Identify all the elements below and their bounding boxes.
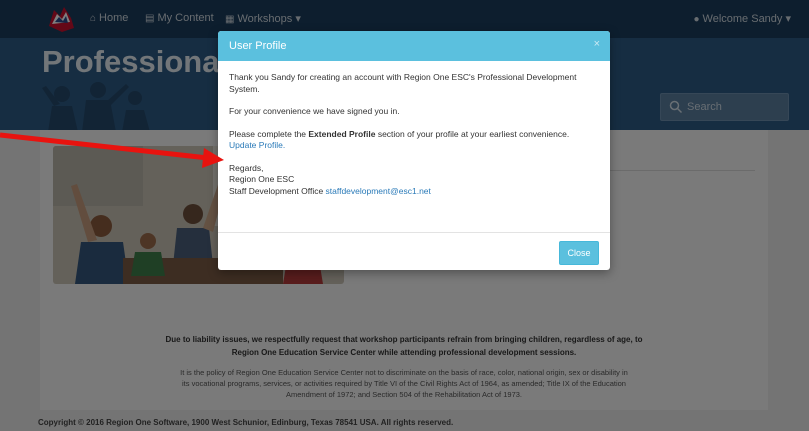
complete-profile-text-end: section of your profile at your earliest…	[375, 128, 570, 139]
user-profile-modal: User Profile × Thank you Sandy for creat…	[218, 31, 610, 270]
modal-title: User Profile	[229, 40, 287, 52]
update-profile-link[interactable]: Update Profile.	[229, 140, 285, 150]
complete-profile-text: Please complete the	[229, 128, 309, 139]
extended-profile-label: Extended Profile	[308, 128, 376, 139]
complete-profile-message: Please complete the Extended Profile sec…	[229, 129, 601, 152]
staff-email-link[interactable]: staffdevelopment@esc1.net	[326, 186, 431, 196]
modal-header: User Profile ×	[218, 31, 610, 61]
office-label: Staff Development Office	[229, 185, 326, 196]
modal-body: Thank you Sandy for creating an account …	[229, 72, 601, 197]
modal-footer-divider	[218, 232, 610, 233]
close-button[interactable]: Close	[559, 241, 599, 265]
org-line: Region One ESC	[229, 174, 295, 184]
close-icon[interactable]: ×	[594, 38, 600, 50]
office-line: Staff Development Office staffdevelopmen…	[229, 186, 601, 198]
signed-in-message: For your convenience we have signed you …	[229, 106, 400, 116]
regards-line: Regards,	[229, 162, 264, 173]
thanks-message: Thank you Sandy for creating an account …	[229, 72, 577, 94]
